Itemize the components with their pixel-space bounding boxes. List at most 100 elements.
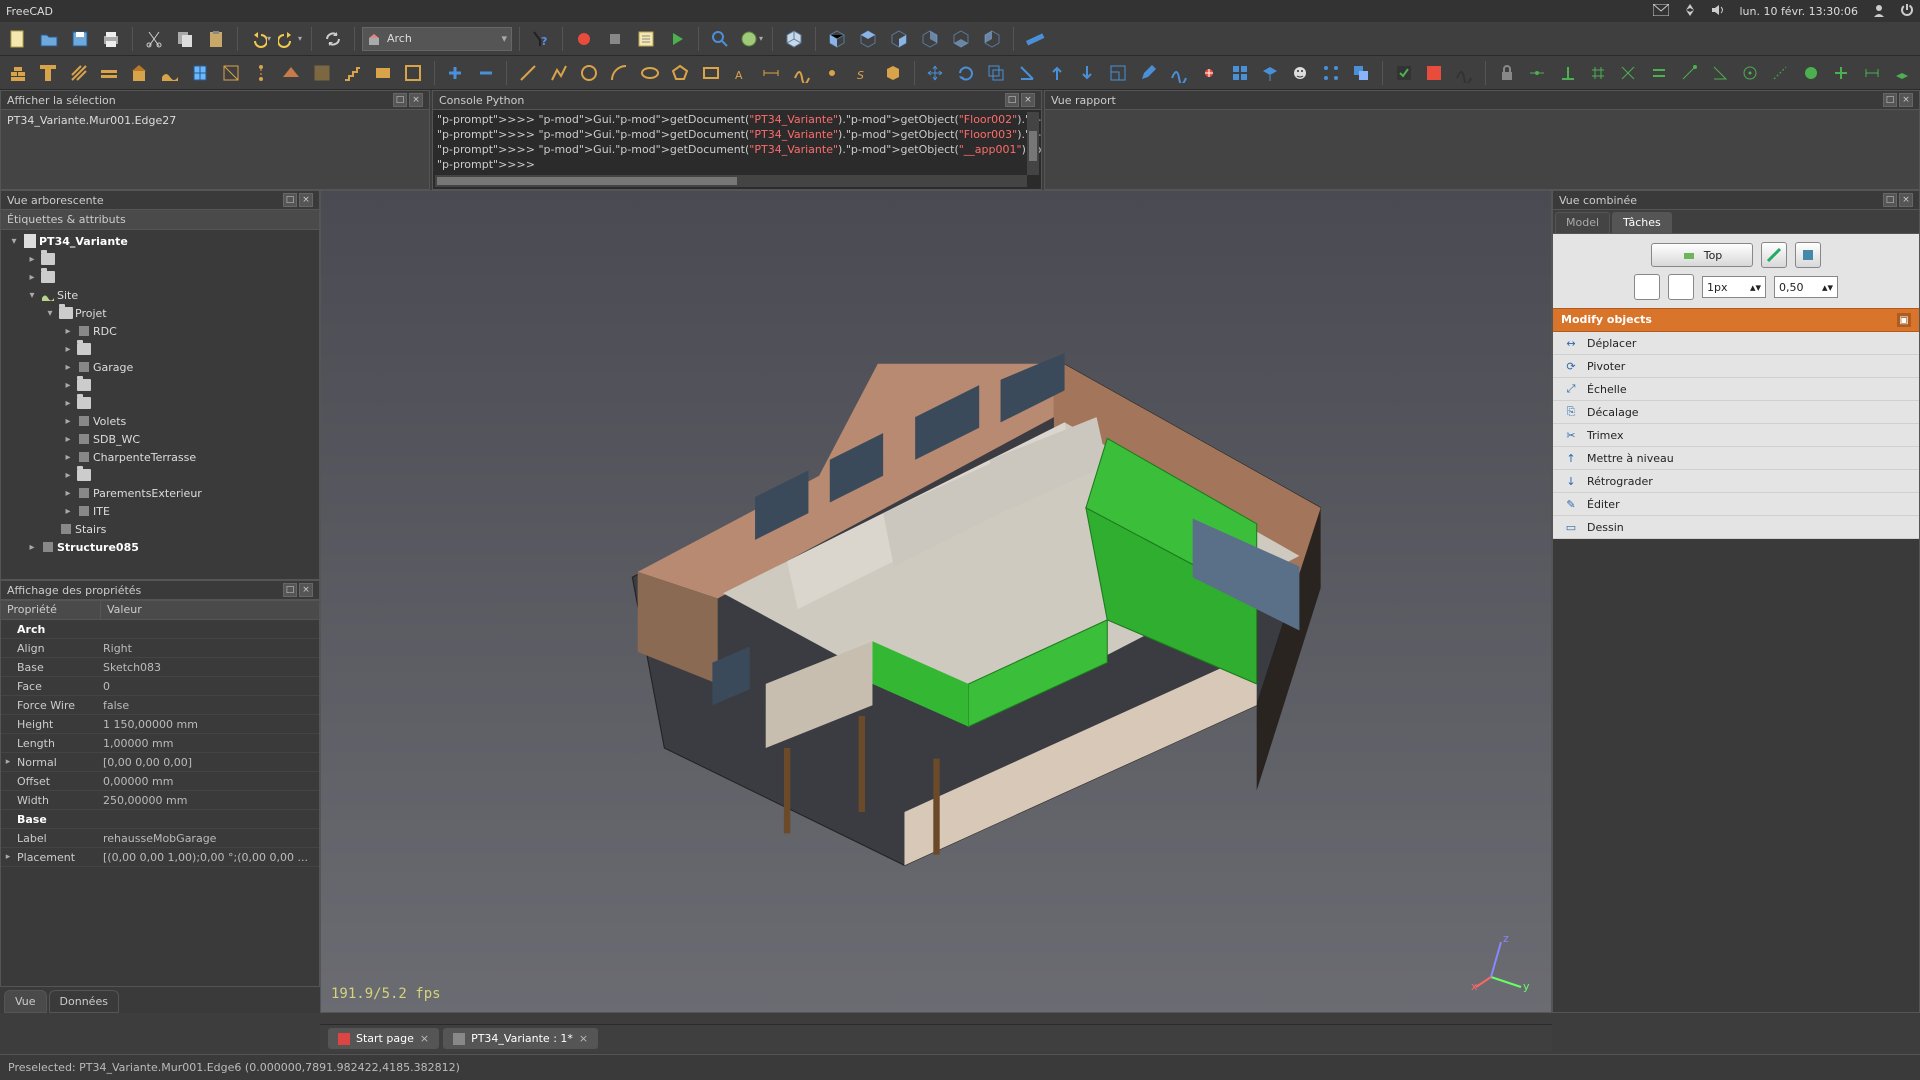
modify-trimex[interactable]: ✂Trimex [1553,424,1919,447]
tree-item[interactable]: ▸Garage [1,358,319,376]
snap-perpendicular-button[interactable] [1554,59,1581,87]
arch-floor-button[interactable] [95,59,122,87]
tree-item[interactable]: ▸CharpenteTerrasse [1,448,319,466]
color-face-button[interactable] [1795,242,1821,268]
whatsthis-button[interactable]: ? [527,25,555,53]
panel-float-button[interactable]: □ [283,583,297,597]
expand-icon[interactable]: ▾ [7,236,21,247]
snap-parallel-button[interactable] [1645,59,1672,87]
arch-ifc-button[interactable] [1420,59,1447,87]
tree-item[interactable]: ▸ [1,466,319,484]
tree-item[interactable]: ▸Volets [1,412,319,430]
expand-icon[interactable]: ▸ [25,254,39,265]
tree-item[interactable]: ▾PT34_Variante [1,232,319,250]
expand-icon[interactable]: ▸ [61,326,75,337]
refresh-button[interactable] [319,25,347,53]
arch-section-button[interactable] [217,59,244,87]
snap-grid-button[interactable] [1584,59,1611,87]
property-row[interactable]: Height1 150,00000 mm [1,715,319,734]
expand-icon[interactable]: ▸ [61,416,75,427]
network-icon[interactable] [1683,3,1697,20]
draft-offset-button[interactable] [983,59,1010,87]
property-row[interactable]: Face0 [1,677,319,696]
snap-intersection-button[interactable] [1615,59,1642,87]
clock-text[interactable]: lun. 10 févr. 13:30:06 [1739,5,1858,18]
draft-dimension-button[interactable] [758,59,785,87]
property-value[interactable]: 0,00000 mm [101,775,319,788]
3d-viewport[interactable]: 191.9/5.2 fps y x z [320,190,1552,1013]
expand-icon[interactable]: ▸ [61,434,75,445]
property-value[interactable]: Right [101,642,319,655]
property-row[interactable]: ▸Placement[(0,00 0,00 1,00);0,00 °;(0,00… [1,848,319,867]
expand-icon[interactable]: ▸ [61,344,75,355]
modify-décalage[interactable]: ⎘Décalage [1553,401,1919,424]
draft-trimex-button[interactable] [1013,59,1040,87]
snap-near-button[interactable] [1797,59,1824,87]
draft-polygon-button[interactable] [667,59,694,87]
tab-tasks[interactable]: Tâches [1612,212,1672,233]
draft-shape2dview-button[interactable] [1256,59,1283,87]
snap-lock-button[interactable] [1493,59,1520,87]
mail-icon[interactable] [1653,4,1669,19]
draft-heal-button[interactable] [1451,59,1478,87]
draft-rotate-button[interactable] [952,59,979,87]
panel-float-button[interactable]: □ [393,93,407,107]
property-value[interactable]: [0,00 0,00 0,00] [101,756,319,769]
arch-rebar-button[interactable] [65,59,92,87]
snap-midpoint-button[interactable] [1523,59,1550,87]
tree-item[interactable]: ▸ [1,340,319,358]
tab-model[interactable]: Model [1555,212,1610,233]
view-bottom-button[interactable] [947,25,975,53]
property-value[interactable]: 250,00000 mm [101,794,319,807]
draft-rectangle-button[interactable] [697,59,724,87]
property-row[interactable]: Offset0,00000 mm [1,772,319,791]
draft-delpoint-button[interactable] [1226,59,1253,87]
snap-ortho-button[interactable] [1827,59,1854,87]
print-button[interactable] [97,25,125,53]
property-value[interactable]: [(0,00 0,00 1,00);0,00 °;(0,00 0,00 ... [101,851,319,864]
copy-button[interactable] [171,25,199,53]
tree-item[interactable]: ▸SDB_WC [1,430,319,448]
color-line-button[interactable] [1761,242,1787,268]
panel-close-button[interactable]: × [409,93,423,107]
view-right-button[interactable] [885,25,913,53]
scrollbar-vertical[interactable] [1027,112,1039,175]
tree-item[interactable]: Stairs [1,520,319,538]
tab-data[interactable]: Données [49,990,119,1013]
expand-icon[interactable]: ▸ [25,542,39,553]
swatch-face[interactable] [1634,274,1660,300]
property-row[interactable]: Width250,00000 mm [1,791,319,810]
draft-bspline-button[interactable] [788,59,815,87]
property-row[interactable]: Length1,00000 mm [1,734,319,753]
modify-mettre à niveau[interactable]: ↑Mettre à niveau [1553,447,1919,470]
draft-edit-button[interactable] [1135,59,1162,87]
tree-item[interactable]: ▸Structure085 [1,538,319,556]
panel-float-button[interactable]: □ [1883,93,1897,107]
modify-objects-header[interactable]: Modify objects ▣ [1553,308,1919,332]
panel-close-button[interactable]: × [299,583,313,597]
arch-space-button[interactable] [308,59,335,87]
view-rear-button[interactable] [916,25,944,53]
expand-icon[interactable]: ▸ [61,380,75,391]
arch-window-button[interactable] [186,59,213,87]
macro-play-button[interactable] [663,25,691,53]
close-tab-icon[interactable]: × [420,1032,429,1045]
property-value[interactable]: 1 150,00000 mm [101,718,319,731]
tree-item[interactable]: ▸ [1,268,319,286]
tree-item[interactable]: ▸ [1,376,319,394]
property-row[interactable]: Force Wirefalse [1,696,319,715]
tree-item[interactable]: ▾Site [1,286,319,304]
modify-pivoter[interactable]: ⟳Pivoter [1553,355,1919,378]
property-value[interactable]: 0 [101,680,319,693]
close-tab-icon[interactable]: × [579,1032,588,1045]
tree-view[interactable]: ▾PT34_Variante▸▸▾Site▾Projet▸RDC▸▸Garage… [0,230,320,580]
user-icon[interactable] [1872,3,1886,20]
draft-line-button[interactable] [514,59,541,87]
arch-check-button[interactable] [1390,59,1417,87]
draft-addpoint-button[interactable] [1195,59,1222,87]
property-row[interactable]: LabelrehausseMobGarage [1,829,319,848]
open-file-button[interactable] [35,25,63,53]
tab-start-page[interactable]: Start page× [328,1028,439,1049]
panel-close-button[interactable]: × [1899,193,1913,207]
modify-rétrograder[interactable]: ↓Rétrograder [1553,470,1919,493]
